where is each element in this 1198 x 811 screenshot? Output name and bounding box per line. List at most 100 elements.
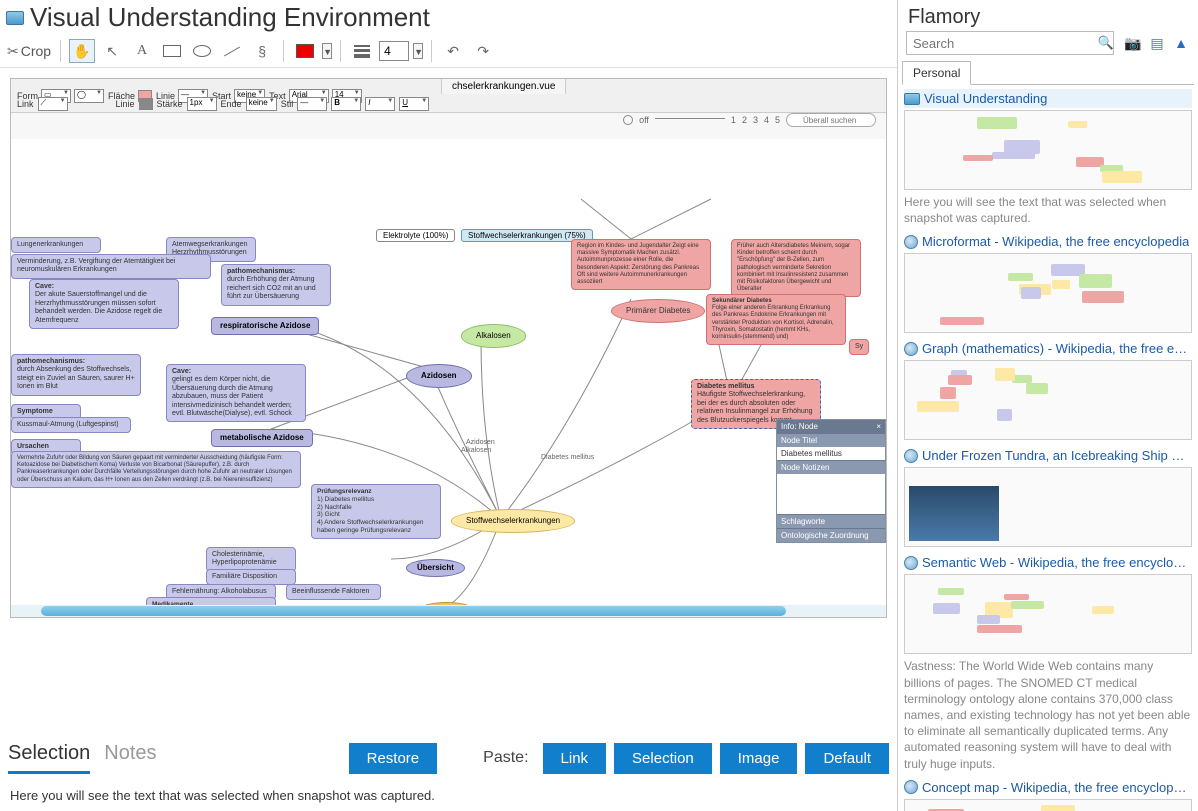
snapshot-item[interactable]: Under Frozen Tundra, an Icebreaking Ship… [904,446,1192,547]
collapse-icon[interactable]: ▲ [1172,34,1190,52]
vue-filename-tab[interactable]: chselerkrankungen.vue [441,79,566,94]
node-pink2[interactable]: Früher auch Altersdiabetes Meinem, sogar… [731,239,861,297]
color-dropdown[interactable]: ▼ [322,43,332,59]
close-icon[interactable]: × [876,422,881,431]
tab-notes[interactable]: Notes [104,742,156,774]
paste-link-button[interactable]: Link [543,743,607,774]
crop-tool[interactable]: ✂ Crop [6,39,52,63]
lineweight-dropdown[interactable]: ▼ [413,43,423,59]
node-sek-diab[interactable]: Sekundärer DiabetesFolge einer anderen E… [706,294,846,345]
node-patho[interactable]: pathomechanismus:durch Erhöhung der Atmu… [221,264,331,306]
slider-knob-icon [623,115,633,125]
tab-personal[interactable]: Personal [902,61,971,85]
node-center[interactable]: Stoffwechselerkrankungen [451,509,575,533]
node-beeinfl[interactable]: Beeinflussende Faktoren [286,584,381,600]
node-kussmaul[interactable]: Kussmaul-Atmung (Luftgespinst) [11,417,131,433]
color-picker[interactable] [292,39,318,63]
node-lungen[interactable]: Lungenerkrankungen [11,237,101,253]
snapshot-title[interactable]: Concept map - Wikipedia, the free encycl… [922,780,1192,795]
rect-tool[interactable] [159,39,185,63]
node-pink1[interactable]: Region im Kindes- und Jugendalter Zeigt … [571,239,711,290]
pointer-tool[interactable]: ↖ [99,39,125,63]
node-head: Cave: [172,368,191,375]
hand-tool[interactable]: ✋ [69,39,95,63]
node-prim-diab[interactable]: Primärer Diabetes [611,299,705,323]
vue-style-label: Stil [281,99,294,109]
info-sec[interactable]: Schlagworte [777,514,885,528]
node-cave1[interactable]: Cave:Der akute Sauerstoffmangel und die … [29,279,179,329]
text-tool[interactable]: A [129,39,155,63]
snapshot-item[interactable]: Visual UnderstandingHere you will see th… [904,89,1192,226]
snapshot-thumbnail[interactable] [904,253,1192,333]
snapshot-item[interactable]: Concept map - Wikipedia, the free encycl… [904,778,1192,811]
vue-zoom-slider[interactable]: off 1 2 3 4 5 [623,113,876,127]
slider-track [655,118,725,119]
snapshot-list[interactable]: Visual UnderstandingHere you will see th… [898,85,1198,811]
vue-style-select[interactable]: — [297,97,327,111]
scrollbar-thumb[interactable] [41,606,786,616]
lineweight-value[interactable] [379,41,409,61]
document-icon[interactable]: ▤ [1148,34,1166,52]
redo-button[interactable]: ↷ [470,39,496,63]
screenshot-canvas[interactable]: Form▭◯ Fläche Linie— Startkeine TextAria… [10,78,887,618]
search-input[interactable] [906,31,1114,55]
snapshot-title[interactable]: Visual Understanding [924,91,1047,106]
vue-end-select[interactable]: keine [246,97,277,111]
ellipse-tool[interactable] [189,39,215,63]
horizontal-scrollbar[interactable] [11,605,886,617]
vue-underline[interactable]: U [399,97,429,111]
info-panel[interactable]: Info: Node× Node Titel Diabetes mellitus… [776,419,886,543]
vue-search-input[interactable] [786,113,876,127]
text-icon: A [137,43,147,59]
snapshot-thumbnail[interactable] [904,467,1192,547]
node-pruefung[interactable]: Prüfungsrelevanz1) Diabetes mellitus 2) … [311,484,441,539]
camera-icon[interactable]: 📷 [1124,34,1142,52]
ellipse-icon [193,45,211,57]
node-cave2[interactable]: Cave:gelingt es dem Körper nicht, die Üb… [166,364,306,422]
node-familie[interactable]: Familiäre Disposition [206,569,296,585]
paste-selection-button[interactable]: Selection [614,743,712,774]
node-sy[interactable]: Sy [849,339,869,355]
node-alkalosen[interactable]: Alkalosen [461,324,526,348]
search-icon[interactable]: 🔍 [1098,35,1114,51]
node-resp-azidose[interactable]: respiratorische Azidose [211,317,319,335]
freehand-tool[interactable]: § [249,39,275,63]
vue-italic[interactable]: I [365,97,395,111]
snapshot-thumbnail[interactable] [904,360,1192,440]
snapshot-title[interactable]: Semantic Web - Wikipedia, the free encyc… [922,555,1192,570]
snapshot-item[interactable]: Microformat - Wikipedia, the free encycl… [904,232,1192,333]
node-body: durch Absenkung des Stoffwechsels, steig… [17,366,135,390]
snapshot-thumbnail[interactable] [904,574,1192,654]
line-tool[interactable] [219,39,245,63]
snapshot-item[interactable]: Graph (mathematics) - Wikipedia, the fre… [904,339,1192,440]
vue-width-select[interactable]: 1px [187,97,217,111]
snapshot-item[interactable]: Semantic Web - Wikipedia, the free encyc… [904,553,1192,771]
node-ursachen-body[interactable]: Vermehrte Zufuhr oder Bildung von Säuren… [11,451,301,488]
lineweight-tool[interactable] [349,39,375,63]
node-meta-azidose[interactable]: metabolische Azidose [211,429,313,447]
undo-button[interactable]: ↶ [440,39,466,63]
restore-button[interactable]: Restore [349,743,438,774]
concept-map[interactable]: Elektrolyte (100%) Stoffwechselerkrankun… [11,139,886,605]
node-azidosen[interactable]: Azidosen [406,364,472,388]
node-uebersicht[interactable]: Übersicht [406,559,465,577]
snapshot-title[interactable]: Under Frozen Tundra, an Icebreaking Ship… [922,448,1192,463]
info-sec[interactable]: Node Titel [777,433,885,447]
snapshot-title[interactable]: Microformat - Wikipedia, the free encycl… [922,234,1189,249]
separator [340,40,341,62]
vue-bold[interactable]: B [331,97,361,111]
vue-link-select[interactable]: ⟋ [38,97,68,111]
snapshot-thumbnail[interactable] [904,110,1192,190]
snapshot-thumbnail[interactable] [904,799,1192,811]
node-vermin[interactable]: Verminderung, z.B. Vergiftung der Atemtä… [11,254,211,279]
paste-image-button[interactable]: Image [720,743,798,774]
snapshot-title[interactable]: Graph (mathematics) - Wikipedia, the fre… [922,341,1192,356]
node-body: gelingt es dem Körper nicht, die Übersäu… [172,376,292,417]
tag-elektrolyte[interactable]: Elektrolyte (100%) [376,229,455,242]
tab-selection[interactable]: Selection [8,742,90,774]
info-sec[interactable]: Node Notizen [777,460,885,474]
node-patho2[interactable]: pathomechanismus:durch Absenkung des Sto… [11,354,141,396]
vue-line-swatch[interactable] [139,98,153,110]
info-sec[interactable]: Ontologische Zuordnung [777,528,885,542]
paste-default-button[interactable]: Default [805,743,889,774]
